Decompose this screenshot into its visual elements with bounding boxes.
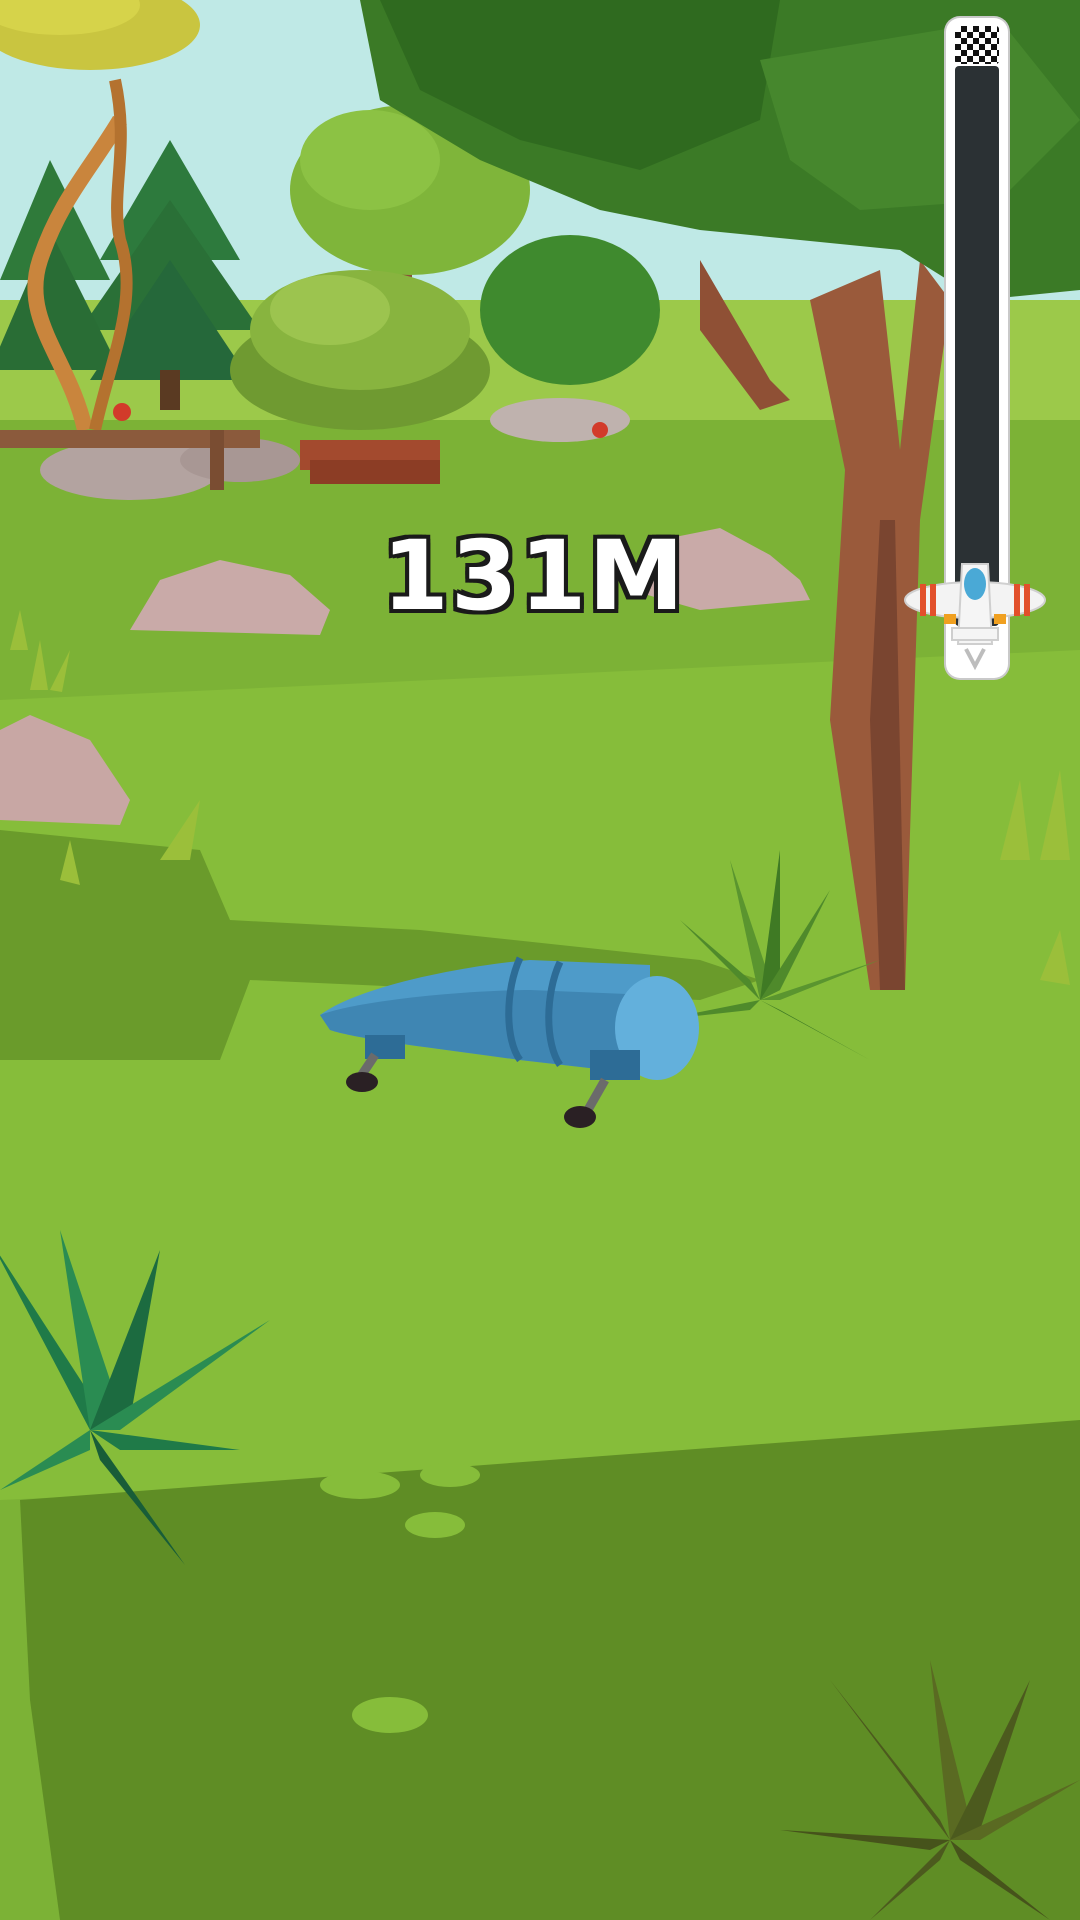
grass-light-spot bbox=[352, 1697, 428, 1733]
grass-light-spot bbox=[320, 1471, 400, 1499]
checkered-flag-icon bbox=[955, 26, 999, 64]
game-scene bbox=[0, 0, 1080, 1920]
wooden-logs bbox=[300, 440, 440, 484]
grass-light-spot bbox=[420, 1463, 480, 1487]
progress-track bbox=[955, 66, 999, 626]
mushroom bbox=[592, 422, 608, 438]
airplane-icon bbox=[904, 562, 1046, 670]
broadleaf-tree bbox=[480, 235, 660, 385]
mushroom bbox=[113, 403, 131, 421]
grass-light-patch bbox=[0, 650, 1080, 1500]
grass-light-spot bbox=[405, 1512, 465, 1538]
